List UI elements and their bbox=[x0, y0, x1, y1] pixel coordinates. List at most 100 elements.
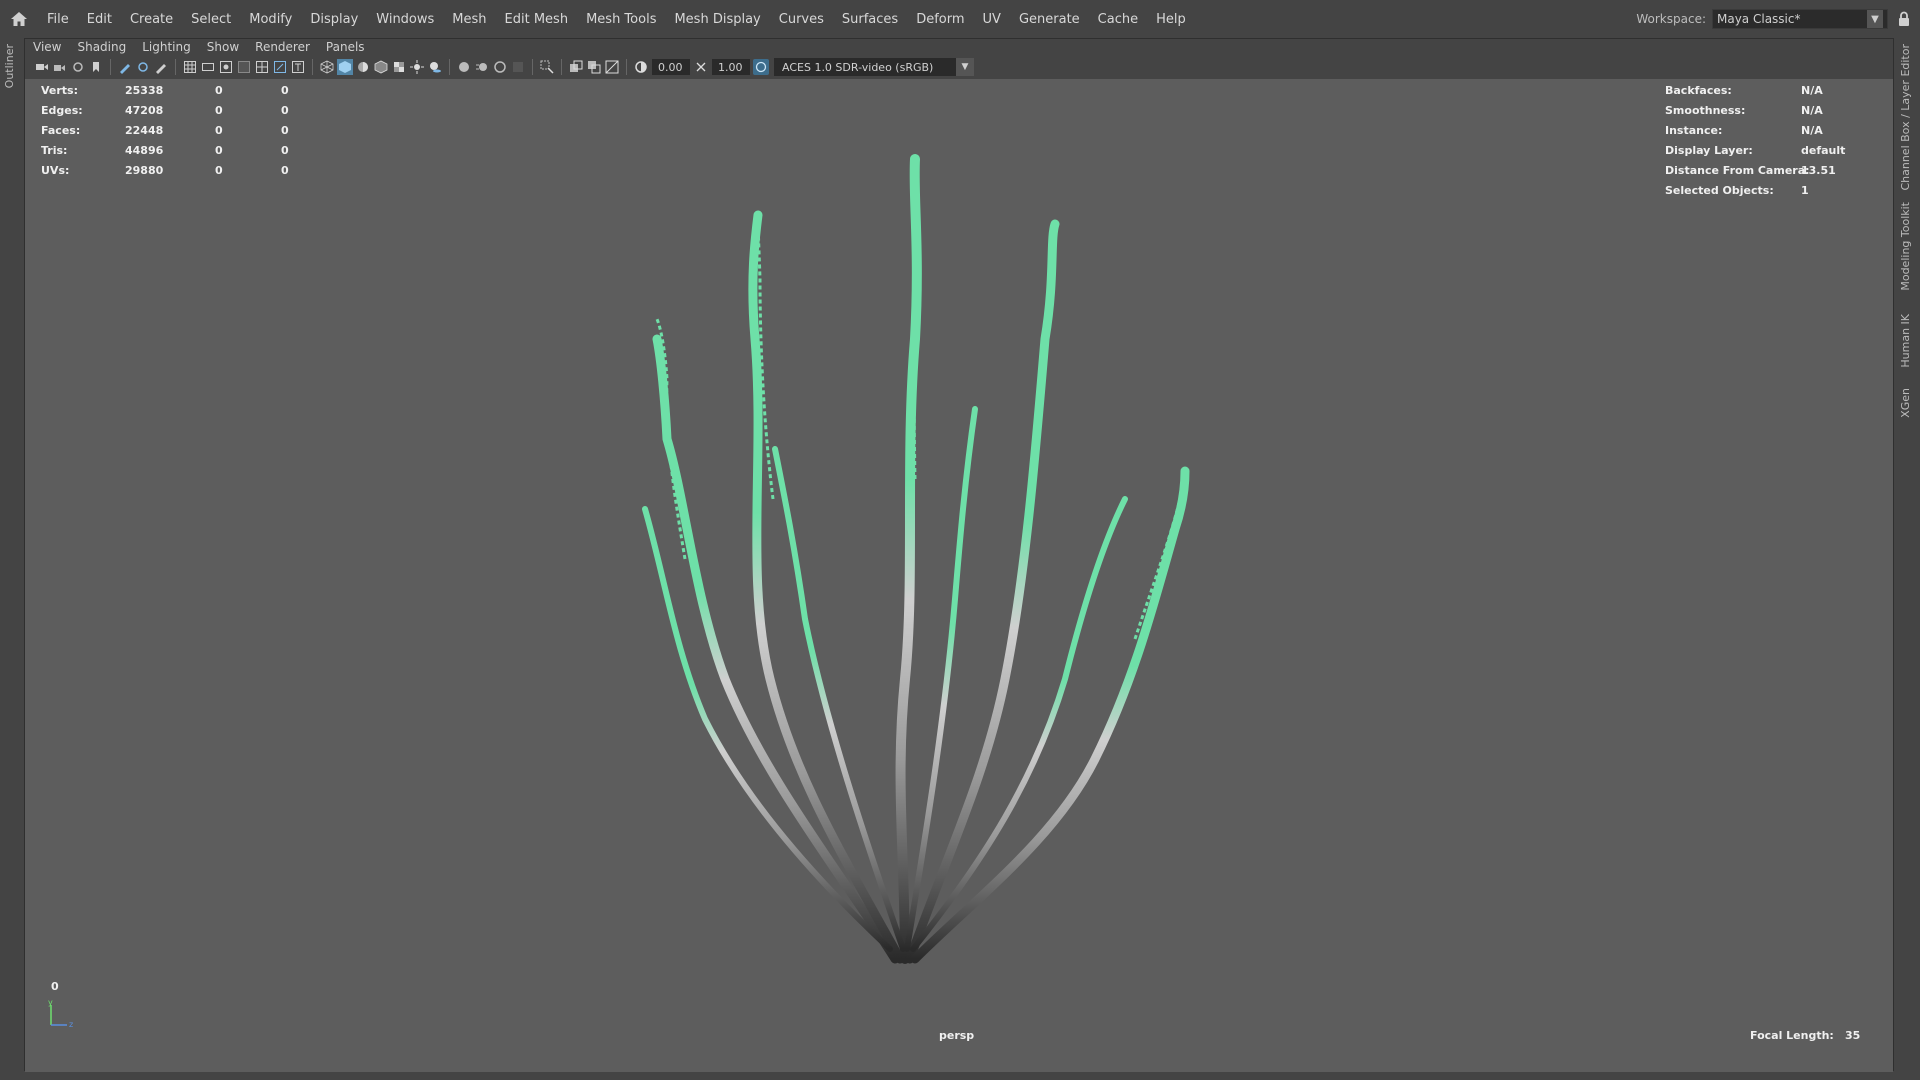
menu-help[interactable]: Help bbox=[1147, 0, 1195, 38]
panel-menu-show[interactable]: Show bbox=[199, 40, 247, 54]
workspace-selector: Workspace: Maya Classic* ▼ bbox=[1636, 0, 1920, 38]
use-all-lights-icon[interactable] bbox=[409, 59, 425, 75]
panel-menu-renderer[interactable]: Renderer bbox=[247, 40, 318, 54]
field-chart-icon[interactable] bbox=[254, 59, 270, 75]
xray-icon[interactable] bbox=[568, 59, 584, 75]
tab-human-ik[interactable]: Human IK bbox=[1899, 314, 1912, 368]
menu-generate[interactable]: Generate bbox=[1010, 0, 1089, 38]
menu-modify[interactable]: Modify bbox=[240, 0, 301, 38]
outliner-tab[interactable]: Outliner bbox=[3, 44, 16, 88]
tab-xgen[interactable]: XGen bbox=[1899, 388, 1912, 418]
menu-file[interactable]: File bbox=[38, 0, 78, 38]
hud-row-backfaces: Backfaces: N/A bbox=[25, 82, 1893, 98]
exposure-icon[interactable] bbox=[633, 59, 649, 75]
camera-select-icon[interactable] bbox=[34, 59, 50, 75]
info-label: Backfaces: bbox=[1665, 83, 1732, 97]
menu-mesh-display[interactable]: Mesh Display bbox=[665, 0, 769, 38]
hud-object-info: Backfaces: N/A Smoothness: N/A Instance:… bbox=[25, 79, 1893, 199]
menu-edit[interactable]: Edit bbox=[78, 0, 121, 38]
panel-menubar: View Shading Lighting Show Renderer Pane… bbox=[25, 39, 1893, 55]
grid-icon[interactable] bbox=[182, 59, 198, 75]
exposure-field[interactable]: 0.00 bbox=[652, 59, 690, 75]
menu-display[interactable]: Display bbox=[301, 0, 367, 38]
menu-deform[interactable]: Deform bbox=[907, 0, 973, 38]
isolate-select-icon[interactable] bbox=[539, 59, 555, 75]
plant-mesh[interactable] bbox=[25, 79, 1893, 1072]
menu-uv[interactable]: UV bbox=[974, 0, 1010, 38]
panel-menu-lighting[interactable]: Lighting bbox=[134, 40, 199, 54]
home-icon[interactable] bbox=[0, 0, 38, 38]
focal-length-label: Focal Length: bbox=[1750, 1029, 1834, 1042]
main-menubar: File Edit Create Select Modify Display W… bbox=[0, 0, 1920, 38]
menu-windows[interactable]: Windows bbox=[367, 0, 443, 38]
menu-cache[interactable]: Cache bbox=[1089, 0, 1147, 38]
gamma-icon[interactable] bbox=[693, 59, 709, 75]
info-label: Selected Objects: bbox=[1665, 183, 1774, 197]
menu-curves[interactable]: Curves bbox=[770, 0, 833, 38]
hud-row-selected: Selected Objects: 1 bbox=[25, 182, 1893, 198]
smooth-shade-icon[interactable] bbox=[337, 59, 353, 75]
menu-surfaces[interactable]: Surfaces bbox=[833, 0, 907, 38]
color-space-dropdown[interactable]: ACES 1.0 SDR-video (sRGB) ▼ bbox=[774, 58, 974, 76]
focal-length-value: 35 bbox=[1845, 1029, 1861, 1042]
camera-attributes-icon[interactable] bbox=[70, 59, 86, 75]
wireframe-icon[interactable] bbox=[319, 59, 335, 75]
resolution-gate-icon[interactable] bbox=[218, 59, 234, 75]
3d-viewport[interactable]: Verts: 25338 0 0 Edges: 47208 0 0 Faces:… bbox=[25, 79, 1893, 1072]
info-label: Display Layer: bbox=[1665, 143, 1753, 157]
bookmark-icon[interactable] bbox=[88, 59, 104, 75]
info-value: 13.51 bbox=[1801, 163, 1836, 177]
safe-action-icon[interactable] bbox=[272, 59, 288, 75]
panel-toolbar: 0.00 1.00 ACES 1.0 SDR-video (sRGB) ▼ bbox=[25, 55, 1893, 79]
gate-mask-icon[interactable] bbox=[236, 59, 252, 75]
xray-joints-icon[interactable] bbox=[586, 59, 602, 75]
info-value: N/A bbox=[1801, 123, 1823, 137]
chevron-down-icon[interactable]: ▼ bbox=[1867, 10, 1883, 28]
xray-components-icon[interactable] bbox=[604, 59, 620, 75]
menu-mesh[interactable]: Mesh bbox=[443, 0, 495, 38]
svg-text:z: z bbox=[69, 1020, 73, 1029]
menu-edit-mesh[interactable]: Edit Mesh bbox=[496, 0, 578, 38]
panel-menu-view[interactable]: View bbox=[25, 40, 69, 54]
chevron-down-icon[interactable]: ▼ bbox=[956, 58, 974, 76]
toolbar-divider bbox=[626, 59, 627, 75]
toolbar-divider bbox=[175, 59, 176, 75]
gamma-field[interactable]: 1.00 bbox=[712, 59, 750, 75]
grease-pencil-icon[interactable] bbox=[117, 59, 133, 75]
film-gate-icon[interactable] bbox=[200, 59, 216, 75]
menu-create[interactable]: Create bbox=[121, 0, 182, 38]
default-material-icon[interactable] bbox=[355, 59, 371, 75]
svg-text:y: y bbox=[48, 999, 53, 1007]
screen-space-ao-icon[interactable] bbox=[456, 59, 472, 75]
textured-icon[interactable] bbox=[391, 59, 407, 75]
hud-row-distance: Distance From Camera: 13.51 bbox=[25, 162, 1893, 178]
info-value: default bbox=[1801, 143, 1846, 157]
toolbar-divider bbox=[532, 59, 533, 75]
camera-lock-icon[interactable] bbox=[52, 59, 68, 75]
safe-title-icon[interactable] bbox=[290, 59, 306, 75]
motion-blur-icon[interactable] bbox=[474, 59, 490, 75]
info-value: N/A bbox=[1801, 103, 1823, 117]
anti-aliasing-icon[interactable] bbox=[492, 59, 508, 75]
tab-modeling-toolkit[interactable]: Modeling Toolkit bbox=[1899, 202, 1912, 291]
panel-menu-panels[interactable]: Panels bbox=[318, 40, 373, 54]
info-label: Instance: bbox=[1665, 123, 1723, 137]
depth-of-field-icon[interactable] bbox=[510, 59, 526, 75]
tab-channel-box[interactable]: Channel Box / Layer Editor bbox=[1899, 44, 1912, 191]
toolbar-divider bbox=[561, 59, 562, 75]
shadows-icon[interactable] bbox=[427, 59, 443, 75]
hud-row-instance: Instance: N/A bbox=[25, 122, 1893, 138]
menu-select[interactable]: Select bbox=[182, 0, 240, 38]
lock-icon[interactable] bbox=[1888, 0, 1920, 38]
wireframe-on-shaded-icon[interactable] bbox=[373, 59, 389, 75]
menu-mesh-tools[interactable]: Mesh Tools bbox=[577, 0, 665, 38]
color-management-icon[interactable] bbox=[753, 59, 769, 75]
info-value: 1 bbox=[1801, 183, 1809, 197]
pencil-icon[interactable] bbox=[153, 59, 169, 75]
workspace-dropdown[interactable]: Maya Classic* ▼ bbox=[1712, 9, 1888, 29]
toolbar-divider bbox=[110, 59, 111, 75]
workspace-value: Maya Classic* bbox=[1717, 12, 1801, 26]
panel-menu-shading[interactable]: Shading bbox=[69, 40, 134, 54]
snapshot-icon[interactable] bbox=[135, 59, 151, 75]
info-label: Distance From Camera: bbox=[1665, 163, 1810, 177]
